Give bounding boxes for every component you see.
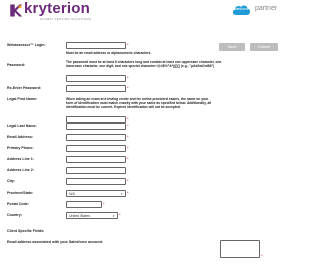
required-marker: * xyxy=(127,42,129,47)
country-select[interactable]: United States ▾ xyxy=(66,212,118,219)
address-line-1-input[interactable] xyxy=(66,156,126,163)
required-marker: * xyxy=(127,134,129,139)
re-enter-password-label: Re-Enter Password: xyxy=(7,86,42,90)
re-enter-password-input[interactable] xyxy=(66,85,126,92)
required-marker: * xyxy=(119,212,121,217)
cancel-button[interactable]: Cancel xyxy=(250,43,278,51)
required-marker: * xyxy=(127,190,129,195)
country-label: Country: xyxy=(7,213,22,217)
required-marker: * xyxy=(127,85,129,90)
salesforce-logo: salesforce xyxy=(231,3,251,17)
legal-last-name-input[interactable] xyxy=(66,123,126,130)
email-address-input[interactable] xyxy=(66,134,126,141)
password-label: Password: xyxy=(7,63,26,67)
chevron-down-icon: ▾ xyxy=(121,192,123,196)
legal-first-name-note: When taking an exam at a testing center … xyxy=(66,97,212,109)
city-input[interactable] xyxy=(66,178,126,185)
address-line-1-label: Address Line 1: xyxy=(7,157,34,161)
kryterion-logo-icon xyxy=(10,4,23,17)
save-button[interactable]: Save xyxy=(219,43,245,51)
province-state-label: Province/State: xyxy=(7,191,34,195)
kryterion-tagline: GLOBAL TESTING SOLUTIONS xyxy=(40,17,92,21)
legal-last-name-label: Legal Last Name: xyxy=(7,124,37,128)
salesforce-cloud-text: salesforce xyxy=(233,7,249,11)
salesforce-email-textarea[interactable] xyxy=(220,240,260,258)
password-input[interactable] xyxy=(66,75,126,82)
partner-label: partner xyxy=(255,5,278,12)
chevron-down-icon: ▾ xyxy=(113,214,115,218)
required-marker: * xyxy=(127,178,129,183)
address-line-2-input[interactable] xyxy=(66,167,126,174)
required-marker: * xyxy=(127,156,129,161)
required-marker: * xyxy=(127,116,129,121)
province-state-value: N/A xyxy=(69,192,75,196)
required-marker: * xyxy=(127,145,129,150)
webassessor-login-label: Webassessor™ Login: xyxy=(7,43,46,47)
primary-phone-input[interactable] xyxy=(66,145,126,152)
postal-code-input[interactable] xyxy=(66,201,102,208)
primary-phone-label: Primary Phone: xyxy=(7,146,34,150)
legal-first-name-label: Legal First Name: xyxy=(7,97,38,101)
legal-first-name-input[interactable] xyxy=(66,116,126,123)
required-marker: * xyxy=(127,123,129,128)
required-marker: * xyxy=(103,201,105,206)
required-marker: * xyxy=(127,75,129,80)
salesforce-email-label: Email address associated with your Sales… xyxy=(7,240,104,244)
province-state-select[interactable]: N/A ▾ xyxy=(66,190,126,197)
webassessor-login-input[interactable] xyxy=(66,42,126,49)
client-specific-fields-label: Client Specific Fields: xyxy=(7,229,45,233)
email-address-label: Email Address: xyxy=(7,135,34,139)
webassessor-login-note: Must be an email address or alphanumeric… xyxy=(66,51,152,55)
address-line-2-label: Address Line 2: xyxy=(7,168,34,172)
required-marker: * xyxy=(261,253,263,258)
password-note: The password must be at least 8 characte… xyxy=(66,60,222,68)
city-label: City: xyxy=(7,179,15,183)
postal-code-label: Postal Code: xyxy=(7,202,29,206)
country-value: United States xyxy=(69,214,91,218)
kryterion-logo-text: kryterion xyxy=(24,0,90,17)
header: kryterion GLOBAL TESTING SOLUTIONS sales… xyxy=(0,0,300,26)
